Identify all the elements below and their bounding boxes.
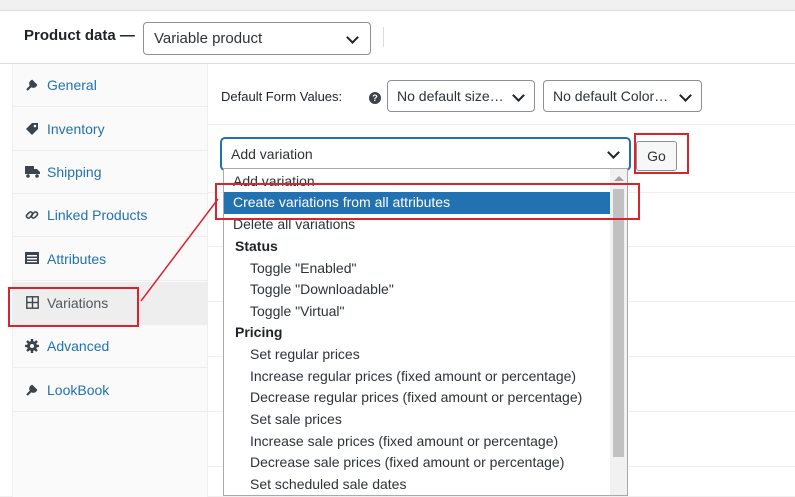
annotation-connector-line xyxy=(140,198,219,302)
